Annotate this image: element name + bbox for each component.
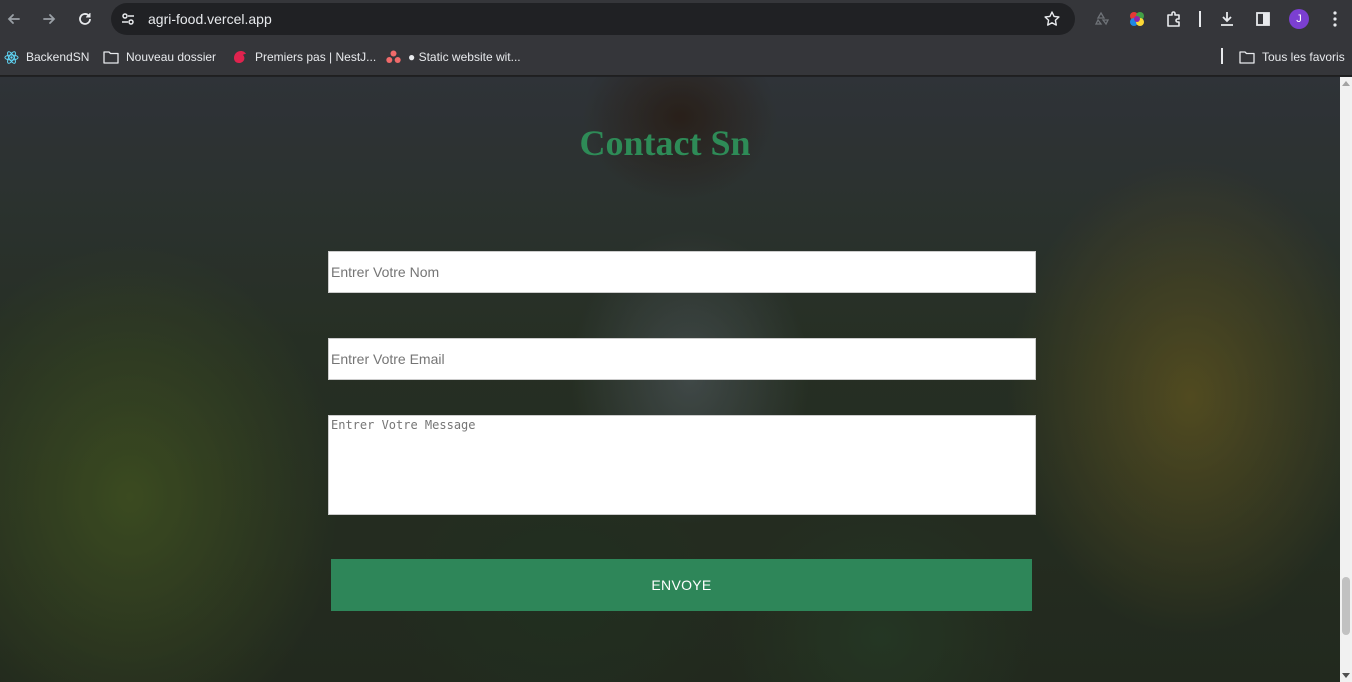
bookmark-star-icon[interactable] xyxy=(1043,10,1061,28)
toolbar-divider xyxy=(1199,11,1201,27)
url-text[interactable]: agri-food.vercel.app xyxy=(148,11,272,27)
arrow-right-icon xyxy=(43,14,56,24)
bookmark-backendsn[interactable]: BackendSN xyxy=(4,48,89,66)
nestjs-icon xyxy=(234,51,246,63)
reload-icon xyxy=(79,13,91,25)
reload-button[interactable] xyxy=(71,5,99,33)
scroll-down-arrow-icon[interactable] xyxy=(1342,673,1350,678)
bookmark-label: BackendSN xyxy=(26,50,90,64)
downloads-icon[interactable] xyxy=(1216,8,1238,30)
address-bar[interactable]: agri-food.vercel.app xyxy=(111,3,1075,35)
bookmark-nestjs[interactable]: Premiers pas | NestJ... xyxy=(232,48,376,66)
arrow-left-icon xyxy=(7,14,20,24)
scroll-up-arrow-icon[interactable] xyxy=(1342,81,1350,86)
bookmark-label: Nouveau dossier xyxy=(126,50,217,64)
scrollbar-thumb[interactable] xyxy=(1342,577,1350,635)
extensions-puzzle-icon[interactable] xyxy=(1163,8,1185,30)
folder-icon xyxy=(103,51,119,64)
bookmark-label: Tous les favoris xyxy=(1262,50,1345,64)
forward-button[interactable] xyxy=(35,5,63,33)
color-extension-icon[interactable] xyxy=(1126,8,1148,30)
bookmark-label: ● Static website wit... xyxy=(408,50,521,64)
email-input[interactable] xyxy=(328,338,1036,380)
back-button[interactable] xyxy=(0,5,28,33)
submit-button[interactable]: ENVOYE xyxy=(331,559,1032,611)
all-bookmarks-folder[interactable]: Tous les favoris xyxy=(1239,48,1345,66)
more-menu-icon[interactable] xyxy=(1324,8,1346,30)
page-viewport: Contact Sn ENVOYE xyxy=(0,77,1340,682)
bookmark-label: Premiers pas | NestJ... xyxy=(255,50,377,64)
browser-toolbar: agri-food.vercel.app J xyxy=(0,0,1352,38)
site-settings-icon[interactable] xyxy=(119,10,137,28)
asana-icon xyxy=(386,50,401,63)
bookmarks-divider xyxy=(1221,48,1223,64)
side-panel-icon[interactable] xyxy=(1252,8,1274,30)
recycle-extension-icon[interactable] xyxy=(1090,8,1112,30)
bookmark-static-website[interactable]: ● Static website wit... xyxy=(386,48,521,66)
react-icon xyxy=(4,50,19,64)
name-input[interactable] xyxy=(328,251,1036,293)
folder-icon xyxy=(1239,51,1255,64)
message-textarea[interactable] xyxy=(328,415,1036,515)
bookmark-nouveau-dossier[interactable]: Nouveau dossier xyxy=(103,48,216,66)
page-title: Contact Sn xyxy=(579,123,751,163)
profile-avatar[interactable]: J xyxy=(1289,9,1309,29)
page-scrollbar[interactable] xyxy=(1340,77,1352,682)
bookmarks-bar: BackendSN Nouveau dossier Premiers pas |… xyxy=(0,38,1352,76)
contact-section: Contact Sn ENVOYE xyxy=(0,77,1340,682)
